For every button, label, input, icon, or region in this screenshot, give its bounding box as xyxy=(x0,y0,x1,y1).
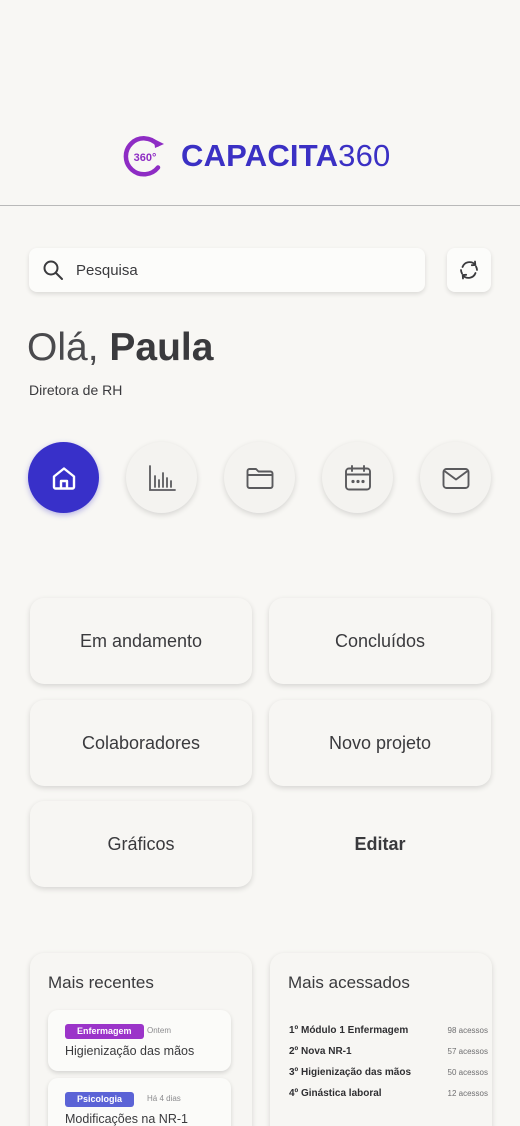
ranking-row[interactable]: 4º Ginástica laboral 12 acessos xyxy=(289,1088,488,1099)
completed-tile[interactable]: Concluídos xyxy=(269,598,491,684)
home-icon xyxy=(52,466,75,490)
bar-chart-icon xyxy=(148,464,176,491)
most-accessed-card-title: Mais acessados xyxy=(288,973,410,992)
nav-calendar-button[interactable] xyxy=(322,442,393,513)
folder-icon xyxy=(246,467,273,489)
app-header: 360° CAPACITA360 xyxy=(0,0,520,206)
nav-messages-button[interactable] xyxy=(420,442,491,513)
ranking-row[interactable]: 1º Módulo 1 Enfermagem 98 acessos xyxy=(289,1025,488,1036)
brand-logo[interactable]: 360° CAPACITA360 xyxy=(121,133,391,179)
ranking-item-count: 98 acessos xyxy=(447,1026,488,1035)
greeting: Olá, Paula xyxy=(27,325,213,371)
main-nav xyxy=(28,442,492,514)
recent-card: Mais recentes Enfermagem Ontem Higieniza… xyxy=(30,953,252,1126)
edit-button[interactable]: Editar xyxy=(269,801,491,887)
new-project-tile[interactable]: Novo projeto xyxy=(269,700,491,786)
most-accessed-card: Mais acessados 1º Módulo 1 Enfermagem 98… xyxy=(270,953,492,1126)
ranking-item-count: 50 acessos xyxy=(447,1068,488,1077)
recent-item[interactable]: Enfermagem Ontem Higienização das mãos xyxy=(48,1010,231,1071)
ranking-item-name: 4º Ginástica laboral xyxy=(289,1088,382,1099)
logo-mark-text: 360° xyxy=(134,152,157,164)
greeting-hello: Olá, xyxy=(27,326,99,369)
search-input[interactable] xyxy=(76,261,396,279)
nav-home-button[interactable] xyxy=(28,442,99,513)
recent-card-title: Mais recentes xyxy=(48,973,154,992)
user-name: Paula xyxy=(109,326,214,369)
ranking-item-count: 12 acessos xyxy=(447,1089,488,1098)
recent-item-title: Modificações na NR-1 xyxy=(65,1112,188,1126)
user-role: Diretora de RH xyxy=(29,382,123,398)
brand-name: CAPACITA360 xyxy=(181,133,391,179)
collaborators-tile[interactable]: Colaboradores xyxy=(30,700,252,786)
ranking-item-name: 1º Módulo 1 Enfermagem xyxy=(289,1025,409,1036)
nav-reports-button[interactable] xyxy=(126,442,197,513)
sync-button[interactable] xyxy=(447,248,491,292)
recent-item-title: Higienização das mãos xyxy=(65,1044,195,1058)
ranking-item-count: 57 acessos xyxy=(447,1047,488,1056)
in-progress-tile[interactable]: Em andamento xyxy=(30,598,252,684)
sync-icon xyxy=(460,260,478,280)
ranking-row[interactable]: 2º Nova NR-1 57 acessos xyxy=(289,1046,488,1057)
ranking-item-name: 2º Nova NR-1 xyxy=(289,1046,352,1057)
category-tag: Enfermagem xyxy=(65,1024,144,1039)
ranking-item-name: 3º Higienização das mãos xyxy=(289,1067,412,1078)
search-icon xyxy=(43,260,63,280)
brand-name-bold: CAPACITA xyxy=(181,138,339,173)
recent-item-date: Há 4 dias xyxy=(147,1094,181,1103)
calendar-icon xyxy=(344,464,371,490)
nav-files-button[interactable] xyxy=(224,442,295,513)
search-bar[interactable] xyxy=(29,248,425,292)
category-tag: Psicologia xyxy=(65,1092,135,1107)
brand-name-light: 360 xyxy=(338,138,391,173)
charts-tile[interactable]: Gráficos xyxy=(30,801,252,887)
recent-item[interactable]: Psicologia Há 4 dias Modificações na NR-… xyxy=(48,1078,231,1126)
capacita360-logo-mark: 360° xyxy=(123,136,164,177)
mail-icon xyxy=(442,467,469,489)
recent-item-date: Ontem xyxy=(147,1026,172,1035)
ranking-row[interactable]: 3º Higienização das mãos 50 acessos xyxy=(289,1067,488,1078)
